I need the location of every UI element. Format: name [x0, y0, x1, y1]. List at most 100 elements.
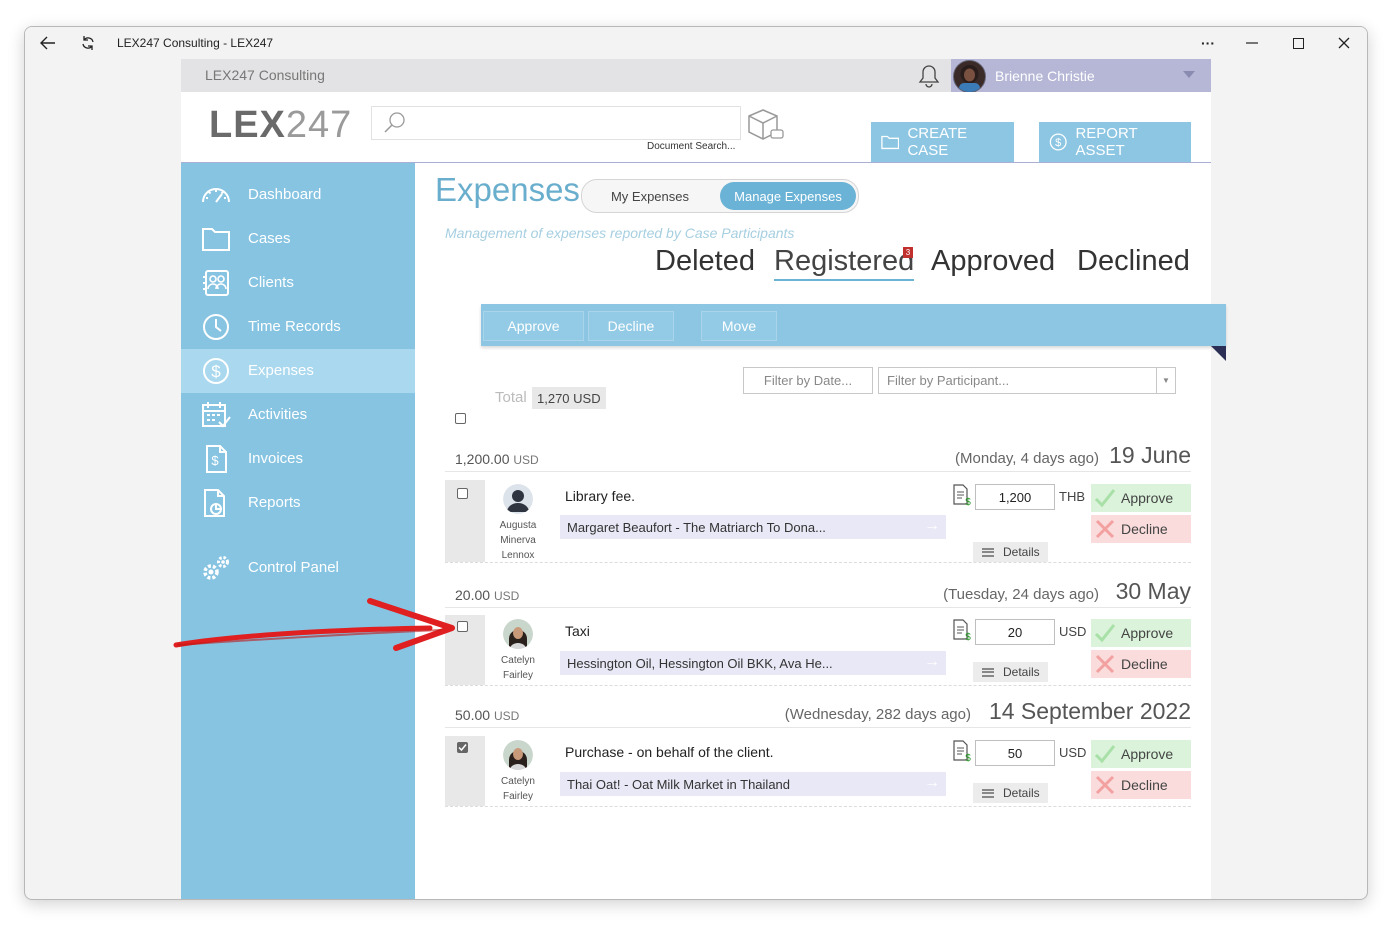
- select-all-checkbox[interactable]: [455, 413, 466, 424]
- details-button[interactable]: Details: [973, 662, 1048, 682]
- app-window: LEX247 Consulting - LEX247 ··· LEX247 Co…: [24, 26, 1368, 900]
- close-button[interactable]: [1329, 27, 1359, 59]
- svg-text:$: $: [211, 362, 221, 381]
- minimize-button[interactable]: [1237, 27, 1267, 59]
- search-input[interactable]: [371, 106, 741, 140]
- currency-label: THB: [1059, 489, 1085, 504]
- expense-row-taxi: Catelyn Fairley Taxi Hessington Oil, Hes…: [445, 615, 1191, 686]
- approve-button[interactable]: Approve: [1091, 619, 1191, 647]
- decline-button[interactable]: Decline: [1091, 650, 1191, 678]
- report-asset-button[interactable]: $ REPORT ASSET: [1039, 122, 1191, 162]
- sidebar-item-time-records[interactable]: Time Records: [181, 305, 415, 349]
- main-content: Expenses My Expenses Manage Expenses Man…: [415, 163, 1226, 899]
- approve-button[interactable]: Approve: [1091, 484, 1191, 512]
- currency-label: USD: [1059, 745, 1087, 760]
- invoice-icon: $: [206, 445, 227, 473]
- group-amount: 1,200.00 USD: [455, 451, 539, 467]
- tab-approved[interactable]: Approved: [931, 245, 1055, 278]
- user-name[interactable]: Brienne Christie: [995, 68, 1095, 84]
- case-link[interactable]: Hessington Oil, Hessington Oil BKK, Ava …: [560, 651, 946, 675]
- sidebar-item-control-panel[interactable]: Control Panel: [181, 546, 415, 590]
- sidebar-item-reports[interactable]: Reports: [181, 481, 415, 525]
- sidebar: Dashboard Cases Clients Time Records $ E…: [181, 163, 415, 899]
- sidebar-item-activities[interactable]: Activities: [181, 393, 415, 437]
- app-header: LEX247 Document Search... CREATE CASE $ …: [181, 92, 1211, 164]
- amount-input[interactable]: 50: [975, 740, 1055, 766]
- sidebar-item-clients[interactable]: Clients: [181, 261, 415, 305]
- svg-text:$: $: [965, 753, 971, 762]
- calendar-check-icon: [202, 402, 231, 428]
- case-link[interactable]: Thai Oat! - Oat Milk Market in Thailand →: [560, 772, 946, 796]
- title-bar: LEX247 Consulting - LEX247 ···: [25, 27, 1367, 59]
- contacts-icon: [203, 270, 229, 296]
- currency-label: USD: [1059, 624, 1087, 639]
- group-amount: 20.00 USD: [455, 587, 520, 603]
- avatar[interactable]: [953, 60, 986, 93]
- search-icon: [384, 112, 405, 133]
- row-checkbox[interactable]: [457, 488, 468, 499]
- row-checkbox[interactable]: [457, 742, 468, 753]
- decline-button[interactable]: Decline: [1091, 771, 1191, 799]
- expense-description: Purchase - on behalf of the client.: [565, 744, 774, 760]
- check-icon: [1094, 745, 1116, 764]
- expense-group-header: 1,200.00 USD (Monday, 4 days ago) 19 Jun…: [445, 442, 1191, 472]
- dollar-circle-icon: $: [1049, 133, 1067, 151]
- bulk-approve-button[interactable]: Approve: [483, 311, 584, 341]
- sidebar-item-dashboard[interactable]: Dashboard: [181, 173, 415, 217]
- tab-deleted[interactable]: Deleted: [655, 245, 755, 278]
- decline-button[interactable]: Decline: [1091, 515, 1191, 543]
- svg-text:$: $: [211, 453, 219, 468]
- case-link[interactable]: Margaret Beaufort - The Matriarch To Don…: [560, 515, 946, 539]
- arrow-right-icon: →: [924, 774, 940, 791]
- bell-icon[interactable]: [917, 63, 941, 89]
- receipt-icon[interactable]: $: [951, 619, 973, 641]
- clock-icon: [203, 314, 229, 340]
- sidebar-item-invoices[interactable]: $ Invoices: [181, 437, 415, 481]
- sidebar-item-expenses[interactable]: $ Expenses: [181, 349, 415, 393]
- details-button[interactable]: Details: [973, 542, 1048, 562]
- cross-icon: [1095, 775, 1115, 795]
- folder-icon: [881, 135, 900, 150]
- gauge-icon: [202, 188, 230, 203]
- details-button[interactable]: Details: [973, 783, 1048, 803]
- expense-row: Catelyn Fairley Purchase - on behalf of …: [445, 736, 1191, 807]
- svg-text:$: $: [1055, 137, 1061, 149]
- create-case-button[interactable]: CREATE CASE: [871, 122, 1014, 162]
- chevron-down-icon[interactable]: [1183, 71, 1195, 78]
- filter-date-input[interactable]: Filter by Date...: [743, 367, 873, 394]
- avatar: [503, 619, 533, 649]
- expense-group-header: 50.00 USD (Wednesday, 282 days ago) 14 S…: [445, 698, 1191, 728]
- taxi-row-checkbox[interactable]: [457, 621, 468, 632]
- manage-expenses-toggle[interactable]: Manage Expenses: [720, 182, 856, 210]
- group-date: 30 May: [1115, 578, 1191, 604]
- amount-input[interactable]: 1,200: [975, 484, 1055, 510]
- svg-text:$: $: [965, 632, 971, 641]
- more-options-button[interactable]: ···: [1193, 27, 1223, 59]
- approve-button[interactable]: Approve: [1091, 740, 1191, 768]
- participant-name: Augusta Minerva Lennox: [499, 520, 537, 561]
- bulk-move-button[interactable]: Move: [701, 311, 777, 341]
- top-strip: LEX247 Consulting Brienne Christie: [181, 59, 1211, 93]
- receipt-icon[interactable]: $: [951, 484, 973, 506]
- document-box-icon[interactable]: [745, 106, 785, 144]
- check-icon: [1094, 624, 1116, 643]
- sidebar-item-cases[interactable]: Cases: [181, 217, 415, 261]
- cross-icon: [1095, 519, 1115, 539]
- tab-registered[interactable]: Registered: [774, 245, 915, 281]
- my-expenses-toggle[interactable]: My Expenses: [582, 180, 718, 212]
- group-date: 14 September 2022: [988, 698, 1191, 724]
- amount-input[interactable]: 20: [975, 619, 1055, 645]
- action-bar-corner: [1211, 346, 1226, 361]
- filter-participant-select[interactable]: Filter by Participant... ▼: [878, 367, 1176, 394]
- bulk-decline-button[interactable]: Decline: [588, 311, 674, 341]
- page-title: Expenses: [435, 171, 580, 208]
- check-icon: [1094, 489, 1116, 508]
- receipt-icon[interactable]: $: [951, 740, 973, 762]
- refresh-icon[interactable]: [75, 27, 101, 59]
- back-icon[interactable]: [35, 27, 61, 59]
- window-title: LEX247 Consulting - LEX247: [117, 36, 274, 50]
- tab-declined[interactable]: Declined: [1077, 245, 1190, 278]
- menu-icon: [982, 547, 994, 557]
- maximize-button[interactable]: [1283, 27, 1313, 59]
- cross-icon: [1095, 654, 1115, 674]
